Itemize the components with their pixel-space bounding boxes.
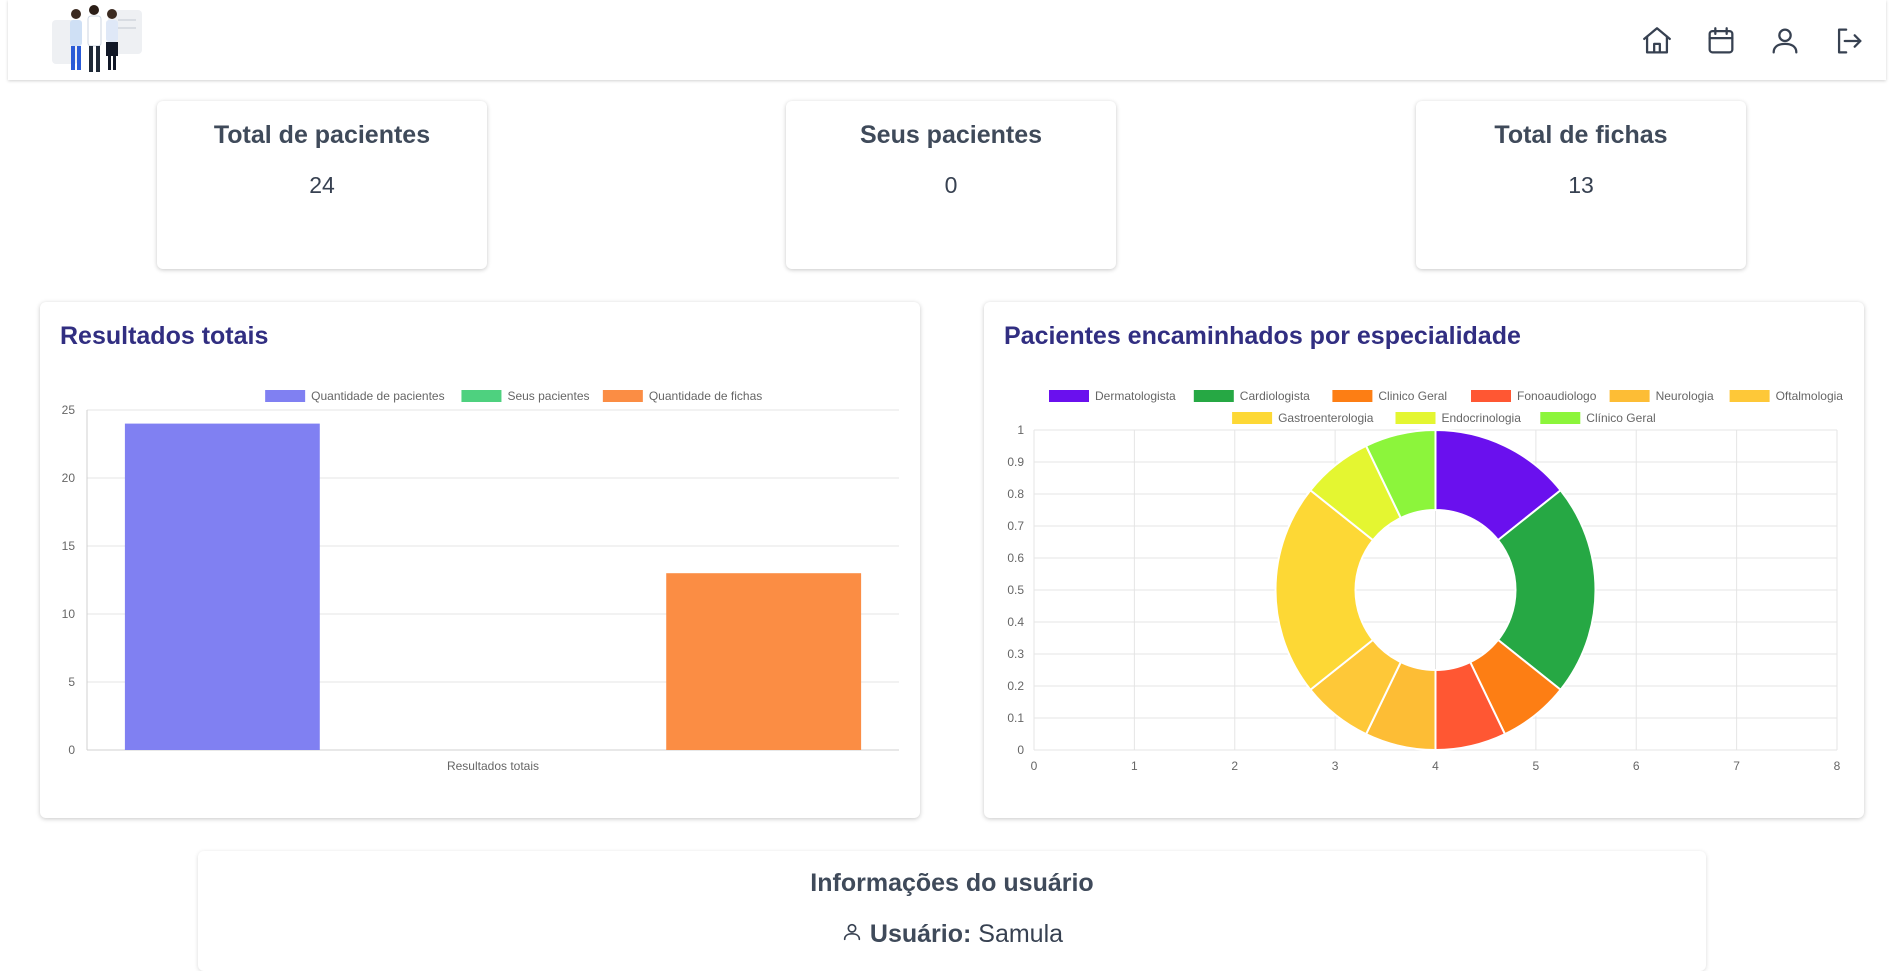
legend-label: Seus pacientes bbox=[507, 389, 589, 403]
y-tick-label: 25 bbox=[62, 403, 76, 417]
y-tick-label: 0.4 bbox=[1007, 615, 1024, 629]
x-tick-label: 1 bbox=[1131, 759, 1138, 773]
y-tick-label: 0.6 bbox=[1007, 551, 1024, 565]
logout-icon[interactable] bbox=[1832, 24, 1866, 58]
user-icon[interactable] bbox=[1768, 24, 1802, 58]
legend-swatch bbox=[1232, 412, 1273, 424]
legend-swatch bbox=[1395, 412, 1436, 424]
x-tick-label: 2 bbox=[1231, 759, 1238, 773]
y-tick-label: 0.7 bbox=[1007, 519, 1024, 533]
y-tick-label: 20 bbox=[62, 471, 76, 485]
x-tick-label: 3 bbox=[1332, 759, 1339, 773]
user-icon bbox=[841, 921, 863, 950]
legend-label: Quantidade de fichas bbox=[649, 389, 762, 403]
x-tick-label: 6 bbox=[1633, 759, 1640, 773]
legend-swatch bbox=[602, 390, 643, 402]
legend-label: Dermatologista bbox=[1095, 389, 1176, 403]
y-tick-label: 15 bbox=[62, 539, 76, 553]
user-info-title: Informações do usuário bbox=[810, 869, 1094, 897]
y-tick-label: 1 bbox=[1017, 423, 1024, 437]
stat-value: 13 bbox=[1568, 172, 1594, 198]
home-icon[interactable] bbox=[1640, 24, 1674, 58]
specialty-panel: Dermatologista Cardiologista Clinico Geral… bbox=[984, 302, 1864, 818]
stat-card-your-patients: Seus pacientes 0 bbox=[786, 101, 1116, 269]
panel-title: Pacientes encaminhados por especialidade bbox=[1004, 322, 1521, 350]
stat-value: 0 bbox=[944, 172, 958, 198]
bar-quantidade-de-pacientes bbox=[124, 423, 320, 750]
legend-swatch bbox=[265, 390, 306, 402]
legend-label: Clínico Geral bbox=[1586, 411, 1655, 425]
y-tick-label: 0.9 bbox=[1007, 455, 1024, 469]
user-value: Samula bbox=[978, 920, 1064, 948]
legend-swatch bbox=[1540, 412, 1581, 424]
y-tick-label: 0 bbox=[1017, 743, 1024, 757]
legend-swatch bbox=[1471, 390, 1511, 402]
stat-value: 24 bbox=[309, 172, 335, 198]
user-info-card: Informações do usuário Usuário: Samula bbox=[198, 851, 1706, 971]
y-tick-label: 10 bbox=[62, 607, 76, 621]
top-navbar bbox=[8, 0, 1886, 80]
y-tick-label: 0.5 bbox=[1007, 583, 1024, 597]
y-tick-label: 0.1 bbox=[1007, 711, 1024, 725]
legend-swatch bbox=[1193, 390, 1234, 402]
stat-title: Total de pacientes bbox=[213, 121, 431, 149]
stat-card-total-patients: Total de pacientes 24 bbox=[157, 101, 487, 269]
x-tick-label: 0 bbox=[1031, 759, 1038, 773]
legend-label: Cardiologista bbox=[1240, 389, 1310, 403]
legend-label: Quantidade de pacientes bbox=[311, 389, 444, 403]
y-tick-label: 0.3 bbox=[1007, 647, 1024, 661]
logo-doctors-illustration bbox=[50, 2, 150, 78]
x-tick-label: 7 bbox=[1733, 759, 1740, 773]
bar-chart: Quantidade de pacientes Seus pacientes Qua… bbox=[62, 389, 899, 773]
legend-label: Oftalmologia bbox=[1776, 389, 1844, 403]
legend-label: Gastroenterologia bbox=[1278, 411, 1374, 425]
stat-card-total-records: Total de fichas 13 bbox=[1416, 101, 1746, 269]
y-tick-label: 5 bbox=[68, 675, 75, 689]
legend-label: Clinico Geral bbox=[1378, 389, 1447, 403]
calendar-icon[interactable] bbox=[1704, 24, 1738, 58]
legend-swatch bbox=[1609, 390, 1650, 402]
y-tick-label: 0 bbox=[68, 743, 75, 757]
doughnut-chart: Dermatologista Cardiologista Clinico Geral… bbox=[1007, 389, 1844, 773]
x-tick-label: 5 bbox=[1533, 759, 1540, 773]
legend-swatch bbox=[1049, 390, 1089, 402]
bar-quantidade-de-fichas bbox=[666, 573, 862, 750]
y-tick-label: 0.2 bbox=[1007, 679, 1024, 693]
stat-title: Total de fichas bbox=[1494, 121, 1668, 149]
legend-label: Neurologia bbox=[1656, 389, 1714, 403]
y-tick-label: 0.8 bbox=[1007, 487, 1024, 501]
legend-label: Endocrinologia bbox=[1442, 411, 1522, 425]
results-panel: Quantidade de pacientes Seus pacientes Qua… bbox=[40, 302, 920, 818]
x-tick-label: Resultados totais bbox=[447, 759, 539, 773]
user-label: Usuário: bbox=[869, 920, 972, 948]
x-tick-label: 8 bbox=[1834, 759, 1841, 773]
x-tick-label: 4 bbox=[1432, 759, 1439, 773]
legend-swatch bbox=[461, 390, 502, 402]
legend-swatch bbox=[1332, 390, 1373, 402]
legend-label: Fonoaudiologo bbox=[1517, 389, 1597, 403]
legend-swatch bbox=[1729, 390, 1770, 402]
stat-title: Seus pacientes bbox=[859, 121, 1043, 149]
panel-title: Resultados totais bbox=[60, 322, 269, 350]
user-info-row: Usuário: Samula bbox=[198, 920, 1706, 950]
